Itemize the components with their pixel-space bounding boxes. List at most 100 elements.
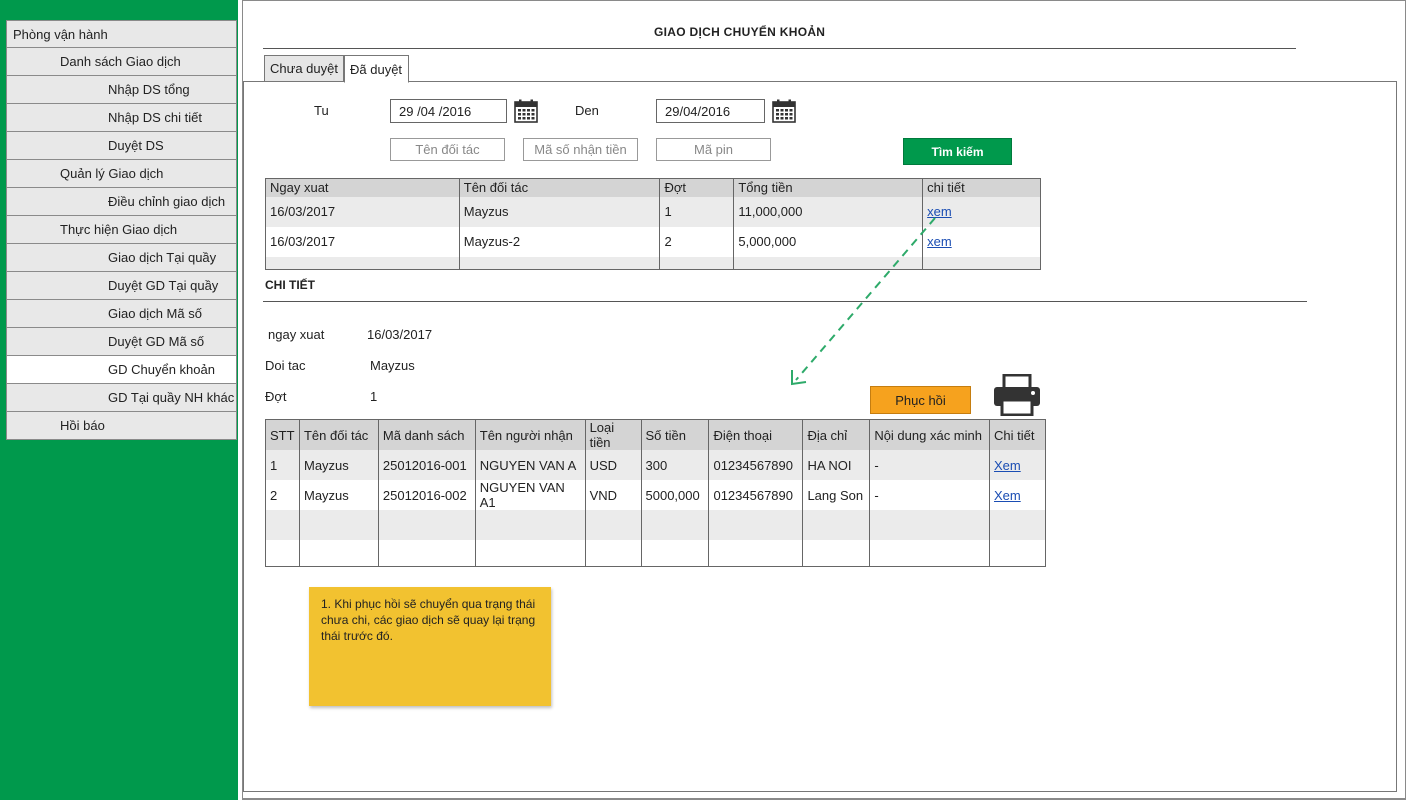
table-cell: 01234567890 (708, 480, 804, 510)
column-header: Tên đối tác (458, 178, 661, 197)
detail-date-label: ngay xuat (268, 327, 325, 342)
sidebar-item[interactable]: Phòng vận hành (6, 20, 237, 48)
sidebar-item[interactable]: Hồi báo (6, 412, 237, 440)
table-cell (802, 540, 871, 567)
sidebar-item[interactable]: Danh sách Giao dịch (6, 48, 237, 76)
table-cell (869, 540, 990, 567)
table-cell (988, 540, 1047, 567)
table-cell (584, 540, 642, 567)
table-cell: - (869, 450, 990, 480)
table-row-empty (265, 510, 1047, 540)
table-cell (265, 256, 460, 270)
table-cell (708, 540, 804, 567)
table-cell (265, 510, 300, 540)
sidebar-item[interactable]: Giao dịch Tại quầy (6, 244, 237, 272)
table-cell (474, 540, 586, 567)
sidebar: Phòng vận hành Danh sách Giao dịch Nhập DS… (0, 0, 238, 800)
table-cell (640, 510, 710, 540)
table-cell: Xem (988, 480, 1047, 510)
table-cell: VND (584, 480, 642, 510)
sidebar-item[interactable]: Thực hiện Giao dịch (6, 216, 237, 244)
table-cell: HA NOI (802, 450, 871, 480)
table-cell: 1 (265, 450, 300, 480)
table-cell: USD (584, 450, 642, 480)
table-cell: 25012016-001 (377, 450, 476, 480)
detail-partner-value: Mayzus (370, 358, 415, 373)
receiver-code-input[interactable]: Mã số nhận tiền (523, 138, 638, 161)
annotation-arrow (791, 217, 936, 386)
sticky-note: 1. Khi phục hồi sẽ chuyển qua trạng thái… (309, 587, 551, 706)
column-header: Đợt (659, 178, 735, 197)
column-header: Số tiền (640, 419, 710, 450)
sidebar-item[interactable]: GD Tại quầy NH khác (6, 384, 237, 412)
table-cell: 2 (265, 480, 300, 510)
column-header: Mã danh sách (377, 419, 476, 450)
column-header: Địa chỉ (802, 419, 871, 450)
detail-table: STT Tên đối tác Mã danh sách Tên người nhận… (265, 419, 1047, 567)
title-divider (263, 48, 1296, 49)
search-button[interactable]: Tìm kiếm (903, 138, 1012, 165)
table-cell (298, 540, 379, 567)
table-cell: 16/03/2017 (265, 196, 460, 227)
table-cell (377, 540, 476, 567)
table-cell (659, 256, 735, 270)
to-date-label: Den (575, 103, 599, 118)
calendar-icon[interactable] (772, 99, 796, 123)
table-cell: 16/03/2017 (265, 226, 460, 257)
from-date-input[interactable]: 29 /04 /2016 (390, 99, 507, 123)
table-cell: NGUYEN VAN A1 (474, 480, 586, 510)
table-cell (265, 540, 300, 567)
table-cell: Mayzus-2 (458, 226, 661, 257)
table-row-empty (265, 540, 1047, 567)
sidebar-item[interactable]: Điều chỉnh giao dịch (6, 188, 237, 216)
printer-icon[interactable] (993, 374, 1041, 416)
table-cell (708, 510, 804, 540)
column-header: STT (265, 419, 300, 450)
detail-section-title: CHI TIẾT (265, 278, 315, 292)
partner-name-input[interactable]: Tên đối tác (390, 138, 505, 161)
table-cell: Lang Son (802, 480, 871, 510)
tab-chua-duyet[interactable]: Chưa duyệt (264, 55, 344, 82)
table-row: 1 Mayzus 25012016-001 NGUYEN VAN A USD 300 012… (265, 450, 1047, 480)
calendar-icon[interactable] (514, 99, 538, 123)
column-header: chi tiết (922, 178, 1041, 197)
table-cell (640, 540, 710, 567)
sidebar-item[interactable]: Nhập DS chi tiết (6, 104, 237, 132)
column-header: Ngay xuat (265, 178, 460, 197)
sidebar-item[interactable]: Duyệt GD Mã số (6, 328, 237, 356)
table-cell: - (869, 480, 990, 510)
table-cell (988, 510, 1047, 540)
pin-input[interactable]: Mã pin (656, 138, 771, 161)
sidebar-item[interactable]: Giao dịch Mã số (6, 300, 237, 328)
table-cell (298, 510, 379, 540)
table-cell (458, 256, 661, 270)
table-cell: Mayzus (298, 480, 379, 510)
from-date-label: Tu (314, 103, 329, 118)
table-cell: 25012016-002 (377, 480, 476, 510)
table-cell: 5000,000 (640, 480, 710, 510)
sidebar-menu: Phòng vận hành Danh sách Giao dịch Nhập DS… (6, 20, 237, 440)
column-header: Tên đối tác (298, 419, 379, 450)
detail-batch-label: Đợt (265, 389, 287, 404)
to-date-input[interactable]: 29/04/2016 (656, 99, 765, 123)
page-title: GIAO DỊCH CHUYỂN KHOẢN (654, 25, 826, 39)
table-cell: Mayzus (458, 196, 661, 227)
view-detail-link[interactable]: Xem (994, 458, 1021, 473)
sidebar-item[interactable]: Duyệt GD Tại quầy (6, 272, 237, 300)
table-cell: 300 (640, 450, 710, 480)
view-detail-link[interactable]: Xem (994, 488, 1021, 503)
table-cell: NGUYEN VAN A (474, 450, 586, 480)
sidebar-item[interactable]: Duyệt DS (6, 132, 237, 160)
table-cell (802, 510, 871, 540)
table-cell: 2 (659, 226, 735, 257)
column-header: Chi tiết (988, 419, 1047, 450)
sidebar-item[interactable]: Nhập DS tổng (6, 76, 237, 104)
sidebar-item[interactable]: GD Chuyển khoản (6, 356, 237, 384)
table-cell (869, 510, 990, 540)
table-cell (377, 510, 476, 540)
detail-partner-label: Doi tac (265, 358, 306, 373)
tab-da-duyet[interactable]: Đã duyệt (344, 55, 409, 83)
detail-batch-value: 1 (370, 389, 378, 404)
table-cell (474, 510, 586, 540)
sidebar-item[interactable]: Quản lý Giao dịch (6, 160, 237, 188)
